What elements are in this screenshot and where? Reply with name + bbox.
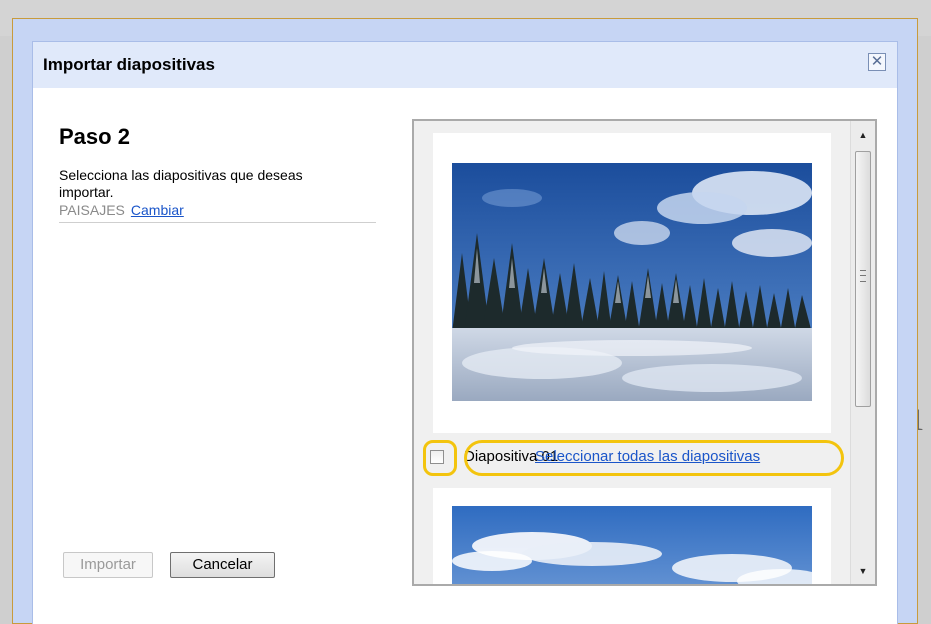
source-presentation-name: PAISAJES [59,202,125,218]
source-line: PAISAJES Cambiar [59,202,184,218]
dialog-title-bar: Importar diapositivas ✕ [33,42,897,88]
slide-card[interactable] [433,488,831,584]
cancel-button[interactable]: Cancelar [170,552,275,578]
snowy-forest-image [452,163,812,401]
close-icon: ✕ [870,53,884,70]
slide-thumbnail[interactable] [452,506,812,584]
divider [59,222,376,223]
import-button[interactable]: Importar [63,552,153,578]
scroll-up-arrow-icon[interactable]: ▲ [851,125,875,145]
select-all-highlight [464,440,844,476]
grip-icon [860,270,866,282]
change-source-link[interactable]: Cambiar [131,202,184,218]
slide-list: Diapositiva 01 Seleccionar todas las dia… [412,119,877,586]
dialog-body: Importar diapositivas ✕ Paso 2 Seleccion… [32,41,898,624]
vertical-scrollbar[interactable]: ▲ ▼ [850,121,875,584]
import-slides-dialog: Importar diapositivas ✕ Paso 2 Seleccion… [12,18,918,624]
close-button[interactable]: ✕ [868,53,886,71]
slide-card[interactable] [433,133,831,433]
sky-clouds-image [452,506,812,584]
step-description: Selecciona las diapositivas que deseas i… [59,167,303,200]
checkbox-highlight [423,440,457,476]
scroll-down-arrow-icon[interactable]: ▼ [851,561,875,581]
slide-thumbnail[interactable] [452,163,812,401]
step-title: Paso 2 [59,124,130,149]
dialog-title: Importar diapositivas [43,55,215,74]
scrollbar-thumb[interactable] [855,151,871,407]
